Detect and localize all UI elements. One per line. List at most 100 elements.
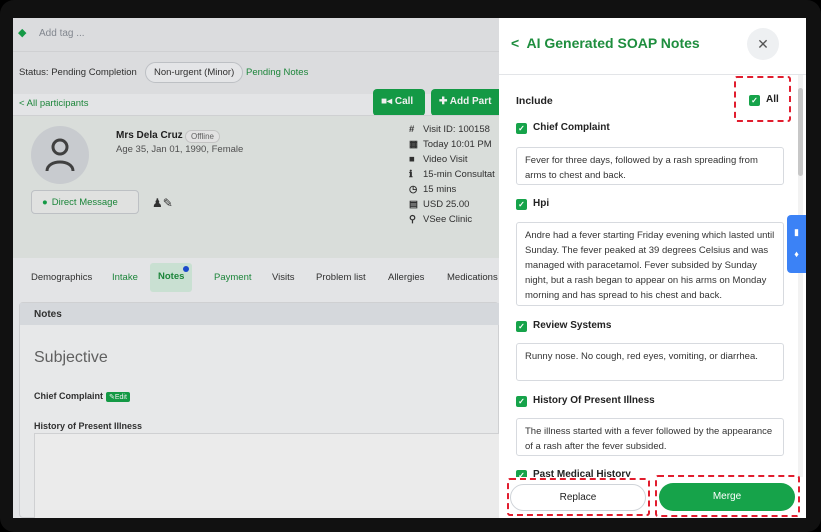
- close-button[interactable]: ✕: [747, 28, 779, 60]
- clock-icon: ◷: [409, 184, 418, 195]
- app-screen: ◆ Add tag ... Status: Pending Completion…: [13, 18, 806, 518]
- section-title: Past Medical History: [533, 469, 631, 477]
- visit-clinic-row: ⚲ VSee Clinic: [409, 212, 495, 227]
- device-frame: ◆ Add tag ... Status: Pending Completion…: [0, 0, 821, 532]
- close-icon: ✕: [757, 36, 769, 52]
- status-bar: Status: Pending Completion Non-urgent (M…: [13, 52, 511, 116]
- visit-type: Video Visit: [423, 154, 468, 165]
- urgency-badge[interactable]: Non-urgent (Minor): [145, 62, 244, 83]
- patient-details: Age 35, Jan 01, 1990, Female: [116, 144, 244, 155]
- tab-intake[interactable]: Intake: [112, 272, 138, 283]
- subjective-heading: Subjective: [34, 349, 108, 366]
- section-checkbox-hpi[interactable]: ✓ Hpi: [516, 198, 549, 210]
- user-icon: [45, 138, 75, 172]
- section-checkbox-chief-complaint[interactable]: ✓ Chief Complaint: [516, 122, 610, 134]
- section-title: Chief Complaint: [533, 122, 610, 133]
- visit-time-row: ▦ Today 10:01 PM: [409, 137, 495, 152]
- tab-demographics[interactable]: Demographics: [31, 272, 92, 283]
- video-icon: ■◂: [381, 96, 395, 107]
- call-label: Call: [394, 96, 414, 107]
- panel-title-text: AI Generated SOAP Notes: [526, 35, 700, 51]
- tab-medications[interactable]: Medications: [447, 272, 498, 283]
- avatar: [31, 126, 89, 184]
- hash-icon: #: [409, 124, 415, 135]
- patient-card: Mrs Dela Cruz Offline Age 35, Jan 01, 19…: [13, 116, 499, 258]
- history-of-present-illness-textbox[interactable]: The illness started with a fever followe…: [516, 418, 784, 456]
- chat-icon: ●: [42, 197, 48, 208]
- hpi-textbox[interactable]: Andre had a fever starting Friday evenin…: [516, 222, 784, 306]
- tab-problem-list[interactable]: Problem list: [316, 272, 366, 283]
- visit-duration: 15 mins: [423, 184, 457, 195]
- visit-service: 15-min Consultat: [423, 169, 495, 180]
- tab-bar: Demographics Intake Notes Payment Visits…: [13, 258, 499, 300]
- annotation-box: [507, 478, 650, 516]
- scrollbar-thumb[interactable]: [798, 88, 803, 176]
- book-icon: ▮: [794, 227, 799, 237]
- soap-notes-panel: < AI Generated SOAP Notes ✕ Include ✓ All…: [499, 18, 806, 518]
- visit-duration-row: ◷ 15 mins: [409, 182, 495, 197]
- hopi-label: History of Present Illness: [34, 421, 143, 431]
- visit-type-row: ■ Video Visit: [409, 152, 495, 167]
- visit-price-row: ▤ USD 25.00: [409, 197, 495, 212]
- direct-message-button[interactable]: ● Direct Message: [31, 190, 139, 214]
- visit-price: USD 25.00: [423, 199, 470, 210]
- video-icon: ■: [409, 154, 415, 165]
- tab-notes[interactable]: Notes: [150, 263, 193, 292]
- user-edit-icon[interactable]: ♟✎: [152, 196, 173, 210]
- visit-service-row: ℹ 15-min Consultat: [409, 167, 495, 182]
- location-icon: ⚲: [409, 214, 416, 225]
- tab-notes-label: Notes: [158, 271, 185, 282]
- tab-visits[interactable]: Visits: [272, 272, 295, 283]
- check-icon: ✓: [516, 199, 527, 210]
- hopi-field[interactable]: [34, 433, 500, 518]
- visit-id-row: # Visit ID: 100158: [409, 122, 495, 137]
- section-title: Hpi: [533, 198, 550, 209]
- feedback-side-tab[interactable]: ▮ ♦: [787, 215, 806, 273]
- notes-card: Notes Subjective Chief Complaint ✎Edit Hi…: [19, 302, 500, 518]
- review-systems-textbox[interactable]: Runny nose. No cough, red eyes, vomiting…: [516, 343, 784, 381]
- visit-time: Today 10:01 PM: [423, 139, 492, 150]
- check-icon: ✓: [516, 396, 527, 407]
- section-checkbox-review-systems[interactable]: ✓ Review Systems: [516, 320, 611, 332]
- chief-complaint-label: Chief Complaint ✎Edit: [34, 391, 130, 402]
- add-user-icon: ✚: [439, 96, 450, 107]
- thumbs-icon: ♦: [794, 249, 799, 259]
- edit-label: Edit: [114, 394, 127, 401]
- call-button[interactable]: ■◂ Call: [373, 89, 425, 116]
- patient-name: Mrs Dela Cruz: [116, 130, 183, 141]
- tag-icon: ◆: [18, 27, 27, 39]
- notification-dot: [183, 266, 190, 272]
- chief-complaint-text: Chief Complaint: [34, 391, 103, 401]
- annotation-box: [655, 475, 800, 517]
- pending-notes-link[interactable]: Pending Notes: [246, 67, 308, 78]
- tab-payment[interactable]: Payment: [214, 272, 252, 283]
- check-icon: ✓: [516, 321, 527, 332]
- visit-info: # Visit ID: 100158 ▦ Today 10:01 PM ■ Video…: [409, 122, 495, 227]
- check-icon: ✓: [516, 470, 527, 477]
- section-title: History Of Present Illness: [533, 395, 655, 406]
- card-icon: ▤: [409, 199, 418, 210]
- visit-clinic: VSee Clinic: [423, 214, 473, 225]
- back-button[interactable]: <: [511, 35, 519, 51]
- divider: [499, 74, 806, 75]
- tab-allergies[interactable]: Allergies: [388, 272, 424, 283]
- include-label: Include: [516, 95, 553, 107]
- add-tag-input[interactable]: Add tag ...: [39, 28, 85, 39]
- section-checkbox-past-medical-history[interactable]: ✓ Past Medical History: [516, 469, 631, 477]
- calendar-icon: ▦: [409, 139, 418, 150]
- add-participant-label: Add Part: [449, 96, 492, 107]
- direct-message-label: Direct Message: [51, 197, 118, 208]
- all-participants-link[interactable]: < All participants: [19, 98, 88, 109]
- status-label: Status: Pending Completion: [19, 67, 137, 78]
- chief-complaint-textbox[interactable]: Fever for three days, followed by a rash…: [516, 147, 784, 185]
- section-checkbox-history-of-present-illness[interactable]: ✓ History Of Present Illness: [516, 395, 655, 407]
- info-icon: ℹ: [409, 169, 413, 180]
- edit-button[interactable]: ✎Edit: [106, 392, 130, 402]
- notes-header: Notes: [20, 303, 500, 325]
- annotation-box: [734, 76, 791, 122]
- section-title: Review Systems: [533, 320, 612, 331]
- presence-badge: Offline: [185, 130, 220, 143]
- visit-id: Visit ID: 100158: [423, 124, 490, 135]
- check-icon: ✓: [516, 123, 527, 134]
- tag-bar: ◆ Add tag ...: [13, 18, 499, 52]
